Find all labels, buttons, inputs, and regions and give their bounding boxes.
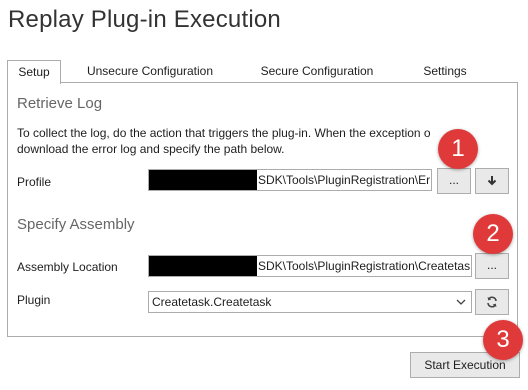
tab-setup[interactable]: Setup (7, 60, 61, 84)
assembly-location-text: SDK\Tools\PluginRegistration\Createtas (258, 259, 471, 273)
assembly-location-label: Assembly Location (17, 260, 118, 274)
download-log-button[interactable] (475, 168, 509, 194)
profile-path-text: SDK\Tools\PluginRegistration\Er (258, 173, 431, 187)
assembly-location-field[interactable]: SDK\Tools\PluginRegistration\Createtas (148, 255, 472, 277)
plugin-select[interactable]: Createtask.Createtask (148, 291, 472, 313)
setup-panel: Retrieve Log To collect the log, do the … (7, 82, 518, 337)
retrieve-log-heading: Retrieve Log (17, 95, 103, 112)
callout-1-badge: 1 (438, 129, 478, 169)
assembly-browse-button[interactable]: ... (475, 253, 509, 279)
callout-2-badge: 2 (473, 214, 513, 254)
chevron-down-icon (456, 299, 466, 305)
tab-settings[interactable]: Settings (409, 60, 481, 83)
tab-strip: Setup Unsecure Configuration Secure Conf… (7, 60, 518, 84)
specify-assembly-heading: Specify Assembly (17, 216, 135, 233)
plugin-label: Plugin (17, 293, 51, 307)
callout-3-badge: 3 (483, 320, 523, 360)
profile-label: Profile (17, 175, 52, 189)
plugin-select-value: Createtask.Createtask (152, 295, 272, 309)
download-arrow-icon (487, 176, 497, 186)
tab-unsecure-configuration[interactable]: Unsecure Configuration (75, 60, 225, 83)
retrieve-log-description: To collect the log, do the action that t… (17, 126, 431, 156)
refresh-plugins-button[interactable] (475, 289, 509, 315)
redacted-block (149, 256, 257, 276)
refresh-icon (487, 296, 497, 308)
window-title: Replay Plug-in Execution (8, 6, 281, 33)
profile-path-field[interactable]: SDK\Tools\PluginRegistration\Er (148, 169, 432, 191)
tab-secure-configuration[interactable]: Secure Configuration (247, 60, 387, 83)
redacted-block (149, 170, 257, 190)
profile-browse-button[interactable]: ... (437, 168, 471, 194)
